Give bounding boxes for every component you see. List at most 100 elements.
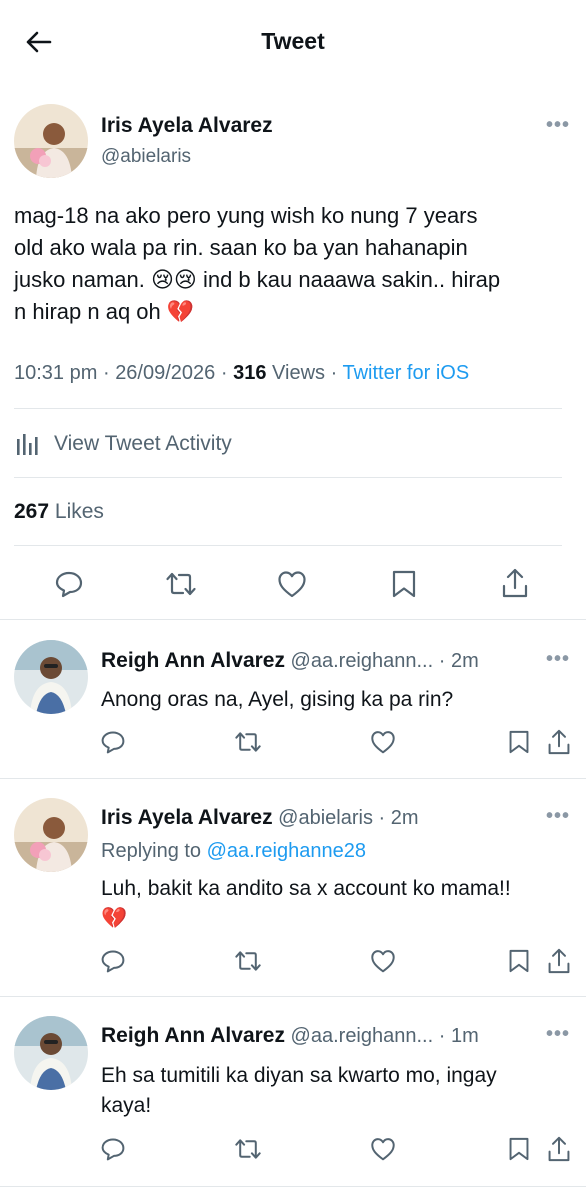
views-count: 316 [233, 362, 267, 384]
author-handle[interactable]: @aa.reighann... [291, 650, 434, 672]
reply-time: 1m [450, 1025, 479, 1047]
retweet-button[interactable] [230, 724, 266, 760]
bookmark-button[interactable] [501, 724, 537, 760]
views-label: Views [272, 362, 326, 384]
author-handle[interactable]: @aa.reighann... [291, 1025, 434, 1047]
separator: · [378, 807, 386, 829]
more-icon[interactable]: ••• [546, 805, 570, 828]
author-handle[interactable]: @abielaris [101, 146, 191, 168]
reply-icon [101, 731, 125, 754]
bookmark-button[interactable] [501, 943, 537, 979]
bookmark-button[interactable] [386, 566, 422, 602]
reply-header: Iris Ayela Alvarez @abielaris · 2m [101, 806, 419, 830]
reply-button[interactable] [95, 943, 131, 979]
client-link[interactable]: Twitter for iOS [342, 362, 469, 384]
reply-text-line: Luh, bakit ka andito sa x account ko mam… [101, 877, 511, 900]
like-icon [371, 1138, 395, 1161]
reply-text-line: Eh sa tumitili ka diyan sa kwarto mo, in… [101, 1064, 497, 1087]
tweet-text-line: mag-18 na ako pero yung wish ko nung 7 y… [14, 203, 478, 228]
more-icon[interactable]: ••• [546, 114, 570, 137]
tweet-date: 26/09/2026 [115, 362, 216, 384]
like-button[interactable] [365, 943, 401, 979]
activity-chart-icon [17, 434, 38, 455]
likes-summary[interactable]: 267 Likes [14, 500, 104, 524]
reply-header: Reigh Ann Alvarez @aa.reighann... · 2m [101, 649, 479, 673]
like-button[interactable] [365, 1131, 401, 1167]
reply-header: Reigh Ann Alvarez @aa.reighann... · 1m [101, 1024, 479, 1048]
share-button[interactable] [541, 724, 577, 760]
author-name[interactable]: Reigh Ann Alvarez [101, 649, 285, 672]
author-handle[interactable]: @abielaris [278, 807, 373, 829]
reply-icon [55, 571, 83, 598]
more-icon[interactable]: ••• [546, 1023, 570, 1046]
retweet-button[interactable] [230, 943, 266, 979]
divider [0, 778, 586, 779]
retweet-icon [235, 951, 261, 971]
avatar[interactable] [14, 1016, 88, 1090]
share-icon [548, 1136, 570, 1162]
retweet-button[interactable] [230, 1131, 266, 1167]
share-icon [548, 948, 570, 974]
author-name[interactable]: Iris Ayela Alvarez [101, 114, 273, 138]
like-icon [371, 950, 395, 973]
separator: · [330, 362, 338, 384]
divider [0, 619, 586, 620]
like-button[interactable] [365, 724, 401, 760]
replying-to-link[interactable]: @aa.reighanne28 [207, 840, 366, 862]
separator: · [438, 650, 446, 672]
likes-count: 267 [14, 500, 50, 523]
bookmark-icon [392, 570, 416, 598]
reply-actions [0, 724, 586, 760]
share-icon [502, 568, 528, 598]
share-button[interactable] [541, 1131, 577, 1167]
divider [14, 477, 562, 478]
reply-actions [0, 943, 586, 979]
more-icon[interactable]: ••• [546, 648, 570, 671]
reply-text: Anong oras na, Ayel, gising ka pa rin? [101, 685, 571, 715]
retweet-icon [235, 1139, 261, 1159]
like-button[interactable] [274, 566, 310, 602]
reply-text-line: Anong oras na, Ayel, gising ka pa rin? [101, 688, 454, 711]
like-icon [371, 731, 395, 754]
reply-time: 2m [450, 650, 479, 672]
bookmark-button[interactable] [501, 1131, 537, 1167]
author-name[interactable]: Reigh Ann Alvarez [101, 1024, 285, 1047]
divider [14, 408, 562, 409]
retweet-icon [166, 572, 196, 596]
reply-actions [0, 1131, 586, 1167]
tweet-actions [0, 562, 586, 606]
share-button[interactable] [497, 565, 533, 601]
retweet-button[interactable] [163, 566, 199, 602]
divider [14, 545, 562, 546]
reply-button[interactable] [51, 566, 87, 602]
reply-button[interactable] [95, 724, 131, 760]
divider [0, 1186, 586, 1187]
tweet-text-line: old ako wala pa rin. saan ko ba yan haha… [14, 235, 468, 260]
like-icon [278, 571, 306, 598]
top-bar: Tweet [0, 0, 586, 84]
separator: · [438, 1025, 446, 1047]
author-name[interactable]: Iris Ayela Alvarez [101, 806, 273, 829]
reply-text: Eh sa tumitili ka diyan sa kwarto mo, in… [101, 1061, 571, 1121]
bookmark-icon [509, 949, 529, 973]
tweet-meta: 10:31 pm · 26/09/2026 · 316 Views · Twit… [14, 362, 469, 385]
avatar[interactable] [14, 798, 88, 872]
page-title: Tweet [261, 28, 325, 54]
share-button[interactable] [541, 943, 577, 979]
bookmark-icon [509, 730, 529, 754]
share-icon [548, 729, 570, 755]
avatar[interactable] [14, 640, 88, 714]
divider [0, 996, 586, 997]
replying-prefix: Replying to [101, 840, 202, 862]
reply-text: Luh, bakit ka andito sa x account ko mam… [101, 874, 571, 934]
retweet-icon [235, 732, 261, 752]
separator: · [102, 362, 110, 384]
reply-icon [101, 1138, 125, 1161]
view-activity-button[interactable]: View Tweet Activity [14, 427, 232, 461]
avatar[interactable] [14, 104, 88, 178]
reply-button[interactable] [95, 1131, 131, 1167]
tweet-time: 10:31 pm [14, 362, 98, 384]
reply-time: 2m [390, 807, 419, 829]
tweet-text-line: n hirap n aq oh 💔 [14, 299, 195, 324]
reply-icon [101, 950, 125, 973]
